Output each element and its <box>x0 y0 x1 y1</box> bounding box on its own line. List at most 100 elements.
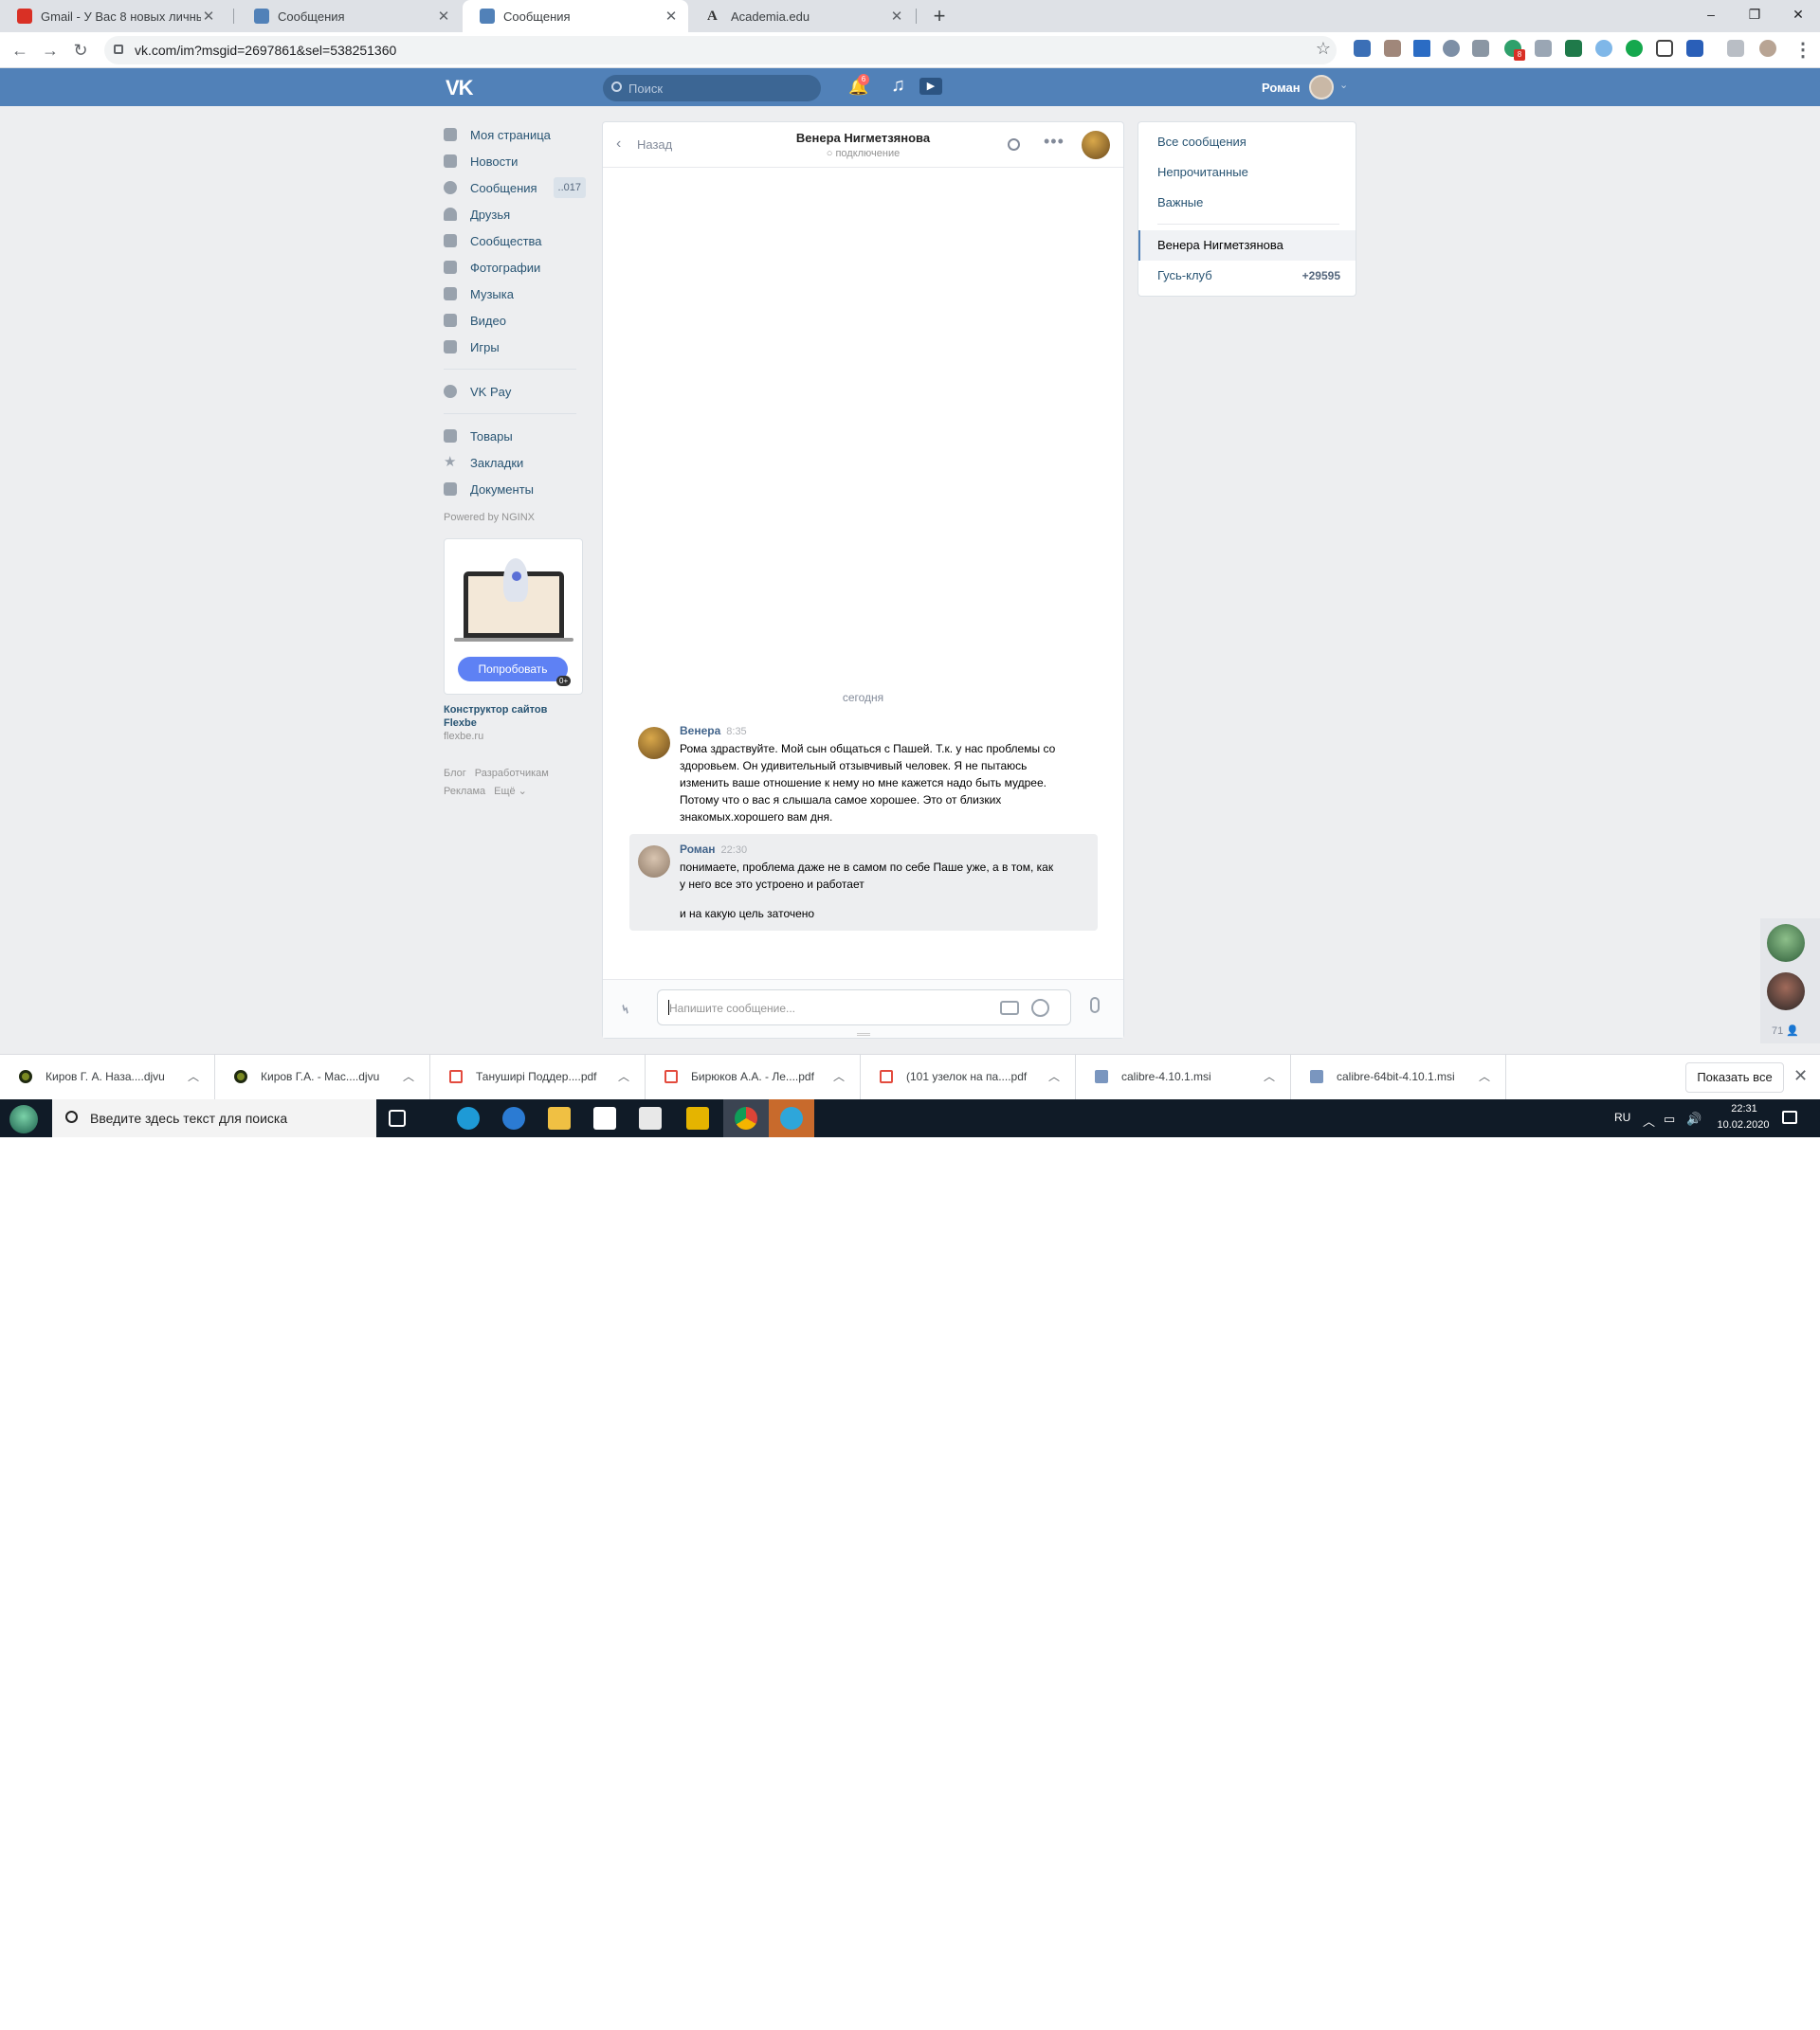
edge-icon[interactable] <box>457 1107 480 1130</box>
avatar[interactable] <box>638 845 670 878</box>
ad-card[interactable]: Попробовать 0+ <box>444 538 583 695</box>
filter-important[interactable]: Важные <box>1138 188 1356 218</box>
chevron-up-icon[interactable]: ︿ <box>1264 1068 1275 1084</box>
extension-icon[interactable] <box>1727 40 1744 57</box>
music-icon[interactable]: ♫ <box>891 75 905 97</box>
address-bar[interactable]: vk.com/im?msgid=2697861&sel=538251360 ☆ <box>104 36 1337 64</box>
message-author[interactable]: Роман 22:30 <box>680 843 747 856</box>
paperclip-icon[interactable]: ⌁ <box>613 996 638 1021</box>
download-item[interactable]: Киров Г.А. - Мас....djvu ︿ <box>215 1055 430 1100</box>
extension-icon[interactable] <box>1565 40 1582 57</box>
sidebar-item-groups[interactable]: Сообщества <box>444 227 586 254</box>
chevron-down-icon[interactable]: ⌄ <box>1339 79 1348 91</box>
close-tab-icon[interactable]: ✕ <box>664 8 679 25</box>
sidebar-item-video[interactable]: Видео <box>444 307 586 334</box>
chrome-icon[interactable] <box>735 1107 757 1130</box>
extension-icon[interactable] <box>1472 40 1489 57</box>
download-item[interactable]: calibre-64bit-4.10.1.msi ︿ <box>1291 1055 1506 1100</box>
chevron-up-icon[interactable]: ︿ <box>1048 1068 1060 1084</box>
download-item[interactable]: Бирюков А.А. - Ле....pdf ︿ <box>646 1055 861 1100</box>
emoji-icon[interactable] <box>1031 999 1049 1017</box>
chevron-up-icon[interactable]: ︿ <box>618 1068 629 1084</box>
sidebar-item-my-page[interactable]: Моя страница <box>444 121 586 148</box>
sidebar-item-goods[interactable]: Товары <box>444 423 586 449</box>
tab-messages-2[interactable]: Сообщения ✕ <box>463 0 688 32</box>
footer-link-more[interactable]: Ещё ⌄ <box>494 786 527 797</box>
sidebar-item-vkpay[interactable]: VK Pay <box>444 378 586 405</box>
minimize-button[interactable]: – <box>1689 0 1733 28</box>
reload-icon[interactable]: ↻ <box>68 38 93 63</box>
microphone-icon[interactable] <box>1090 997 1100 1013</box>
dialog-item-selected[interactable]: Венера Нигметзянова <box>1138 230 1356 261</box>
chevron-up-icon[interactable]: ︿ <box>188 1068 199 1084</box>
extension-icon[interactable] <box>1354 40 1371 57</box>
download-item[interactable]: Тануширі Поддер....pdf ︿ <box>430 1055 646 1100</box>
profile-avatar[interactable] <box>1759 40 1776 57</box>
language-indicator[interactable]: RU <box>1614 1111 1630 1124</box>
clock-date[interactable]: 10.02.2020 <box>1712 1119 1774 1131</box>
start-button-icon[interactable] <box>9 1105 38 1133</box>
filter-unread[interactable]: Непрочитанные <box>1138 157 1356 188</box>
ad-domain[interactable]: flexbe.ru <box>444 731 586 742</box>
author-name[interactable]: Роман <box>680 843 716 856</box>
volume-icon[interactable]: 🔊 <box>1686 1112 1702 1127</box>
tab-messages-1[interactable]: Сообщения ✕ <box>237 0 461 32</box>
author-name[interactable]: Венера <box>680 724 720 737</box>
sidebar-item-music[interactable]: Музыка <box>444 281 586 307</box>
video-icon[interactable]: ▶ <box>919 78 942 95</box>
extension-icon[interactable] <box>1384 40 1401 57</box>
extension-icon[interactable] <box>1595 40 1612 57</box>
filter-all-messages[interactable]: Все сообщения <box>1138 127 1356 157</box>
tab-gmail[interactable]: Gmail - У Вас 8 новых личных со ✕ <box>0 0 226 32</box>
sidebar-item-messages[interactable]: Сообщения ..017 <box>444 174 586 201</box>
download-item[interactable]: Киров Г. А. Наза....djvu ︿ <box>0 1055 215 1100</box>
extension-icon[interactable] <box>1656 40 1673 57</box>
chevron-up-icon[interactable]: ︿ <box>1643 1112 1655 1130</box>
message-item[interactable]: Венера 8:35 Рома здраствуйте. Мой сын общ… <box>629 716 1098 827</box>
forward-arrow-icon[interactable]: → <box>38 38 63 63</box>
avatar[interactable] <box>1767 924 1805 962</box>
message-input[interactable]: Напишите сообщение... <box>657 989 1071 1025</box>
extension-icon[interactable] <box>1535 40 1552 57</box>
sidebar-item-documents[interactable]: Документы <box>444 476 586 502</box>
clock-time[interactable]: 22:31 <box>1721 1103 1767 1115</box>
vk-logo[interactable]: VK <box>446 76 474 100</box>
footer-link-blog[interactable]: Блог <box>444 768 466 779</box>
dialog-item[interactable]: Гусь-клуб +29595 <box>1138 261 1356 291</box>
chevron-up-icon[interactable]: ︿ <box>833 1068 845 1084</box>
chevron-up-icon[interactable]: ︿ <box>1479 1068 1490 1084</box>
avatar[interactable] <box>1309 75 1334 100</box>
close-tab-icon[interactable]: ✕ <box>436 8 451 25</box>
browser-menu-icon[interactable]: ⋮ <box>1793 38 1812 62</box>
show-all-downloads-button[interactable]: Показать все <box>1685 1062 1784 1093</box>
resize-grip[interactable] <box>857 1033 870 1036</box>
sidebar-item-games[interactable]: Игры <box>444 334 586 360</box>
extension-icon[interactable] <box>1443 40 1460 57</box>
extension-icon[interactable] <box>1413 40 1430 57</box>
close-icon[interactable]: ✕ <box>1793 1066 1808 1086</box>
avatar[interactable] <box>1767 972 1805 1010</box>
avatar[interactable] <box>638 727 670 759</box>
new-tab-button[interactable]: + <box>927 4 952 28</box>
footer-link-ads[interactable]: Реклама <box>444 786 485 797</box>
chevron-up-icon[interactable]: ︿ <box>403 1068 414 1084</box>
extension-icon[interactable] <box>1686 40 1703 57</box>
close-tab-icon[interactable]: ✕ <box>889 8 904 25</box>
bookmark-star-icon[interactable]: ☆ <box>1316 39 1331 59</box>
more-icon[interactable]: ••• <box>1044 132 1065 152</box>
media-player-icon[interactable] <box>686 1107 709 1130</box>
task-view-icon[interactable] <box>389 1110 406 1127</box>
vk-search-input[interactable]: Поиск <box>603 75 821 101</box>
message-author[interactable]: Венера 8:35 <box>680 724 747 737</box>
message-item-selected[interactable]: Роман 22:30 понимаете, проблема даже не в… <box>629 834 1098 931</box>
try-button[interactable]: Попробовать <box>458 657 568 681</box>
search-icon[interactable] <box>1008 138 1020 151</box>
ie-icon[interactable] <box>502 1107 525 1130</box>
download-item[interactable]: calibre-4.10.1.msi ︿ <box>1076 1055 1291 1100</box>
restore-button[interactable]: ❐ <box>1733 0 1776 28</box>
taskbar-search-input[interactable]: Введите здесь текст для поиска <box>52 1099 376 1137</box>
sidebar-item-photos[interactable]: Фотографии <box>444 254 586 281</box>
folder-icon[interactable] <box>548 1107 571 1130</box>
sidebar-item-friends[interactable]: Друзья <box>444 201 586 227</box>
notification-center-icon[interactable] <box>1782 1111 1797 1124</box>
